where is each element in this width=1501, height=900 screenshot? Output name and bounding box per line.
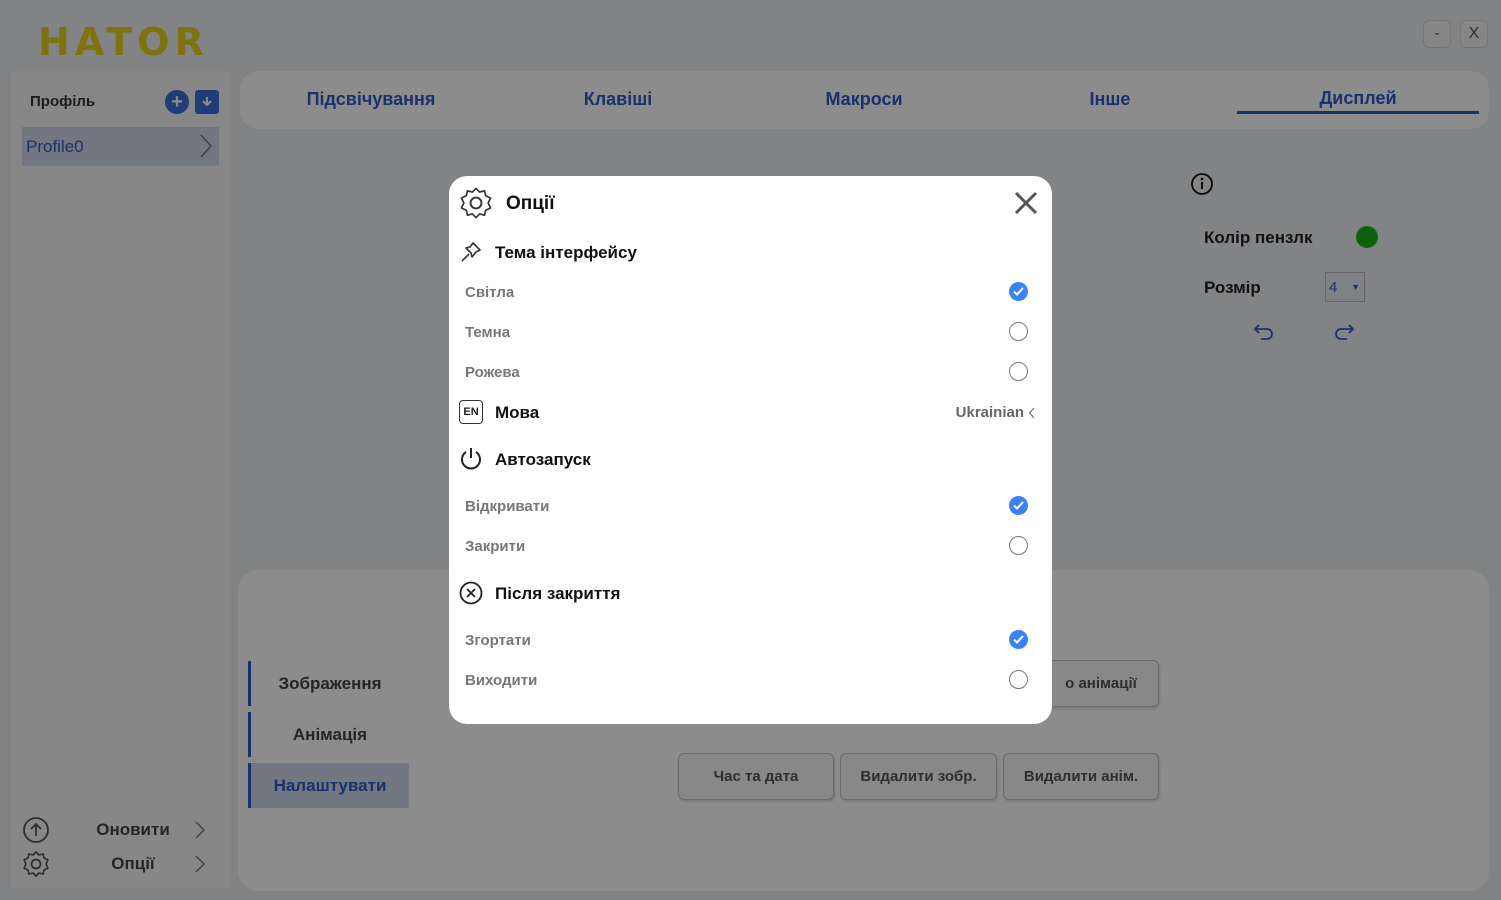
language-select[interactable]: Ukrainian [956,404,1036,421]
checkmark-icon [1013,635,1024,644]
theme-light-label: Світла [465,284,515,301]
checkmark-icon [1013,287,1024,296]
autostart-close-radio[interactable] [1009,536,1028,555]
gear-icon [460,187,492,219]
theme-light-radio[interactable] [1009,282,1028,301]
options-dialog: Опції Тема інтерфейсу Світла Темна Рожев… [449,176,1052,724]
checkmark-icon [1013,501,1024,510]
theme-dark-label: Темна [465,324,511,341]
language-value: Ukrainian [955,404,1024,421]
power-icon [461,448,481,470]
theme-pink-radio[interactable] [1009,362,1028,381]
autostart-section-title: Автозапуск [495,450,591,469]
dialog-title: Опції [506,193,555,214]
after-close-minimize-radio[interactable] [1009,630,1028,649]
after-close-exit-label: Виходити [465,672,538,689]
chevron-left-icon [1028,407,1035,418]
autostart-open-radio[interactable] [1009,496,1028,515]
after-close-minimize-label: Згортати [465,632,531,649]
language-section-title: Мова [495,403,540,422]
theme-pink-label: Рожева [465,364,520,381]
autostart-close-label: Закрити [465,538,526,555]
after-close-section-title: Після закриття [495,584,621,603]
pin-icon [461,242,481,262]
language-icon: EN [459,400,483,424]
autostart-open-label: Відкривати [465,498,550,515]
after-close-exit-radio[interactable] [1009,670,1028,689]
close-circle-icon [459,581,483,605]
close-icon[interactable] [1013,190,1039,216]
theme-section-title: Тема інтерфейсу [495,243,637,262]
theme-dark-radio[interactable] [1009,322,1028,341]
